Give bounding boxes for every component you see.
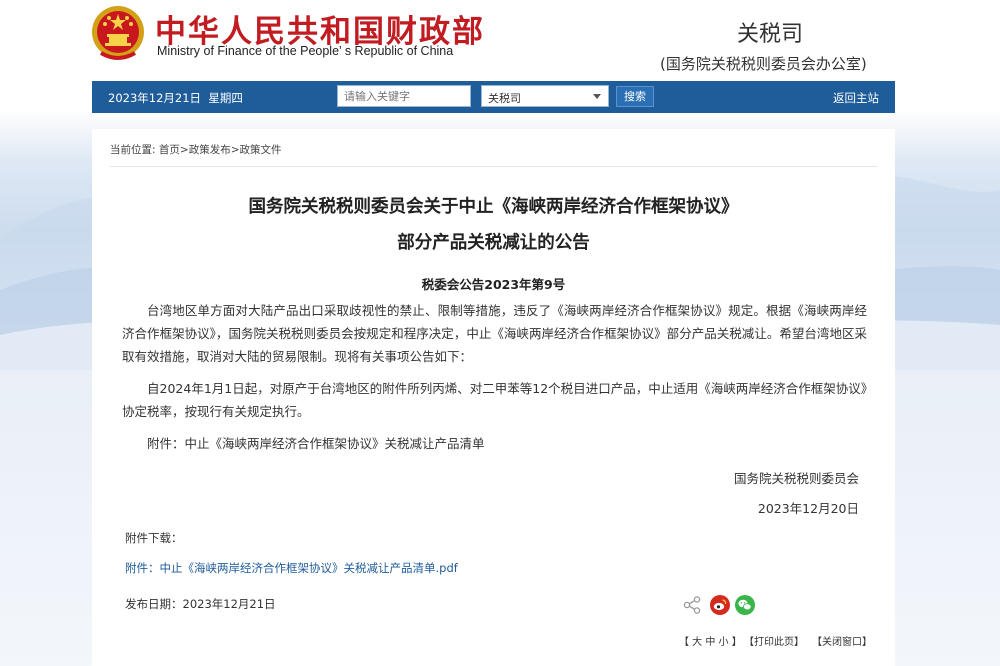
- content-panel: 当前位置: 首页>政策发布>政策文件 国务院关税税则委员会关于中止《海峡两岸经济…: [92, 129, 895, 666]
- national-emblem-icon: [92, 6, 144, 60]
- department-name: 关税司: [737, 22, 804, 47]
- current-date: 2023年12月21日 星期四: [108, 90, 243, 106]
- signature-date: 2023年12月20日: [757, 501, 859, 516]
- breadcrumb-separator: >: [179, 144, 189, 156]
- top-navbar: 2023年12月21日 星期四 关税司 搜索 返回主站: [92, 81, 895, 113]
- chevron-down-icon: [593, 94, 601, 99]
- document-number: 税委会公告2023年第9号: [421, 277, 566, 292]
- attachment-download-link[interactable]: 附件：中止《海峡两岸经济合作框架协议》关税减让产品清单.pdf: [125, 560, 458, 576]
- weekday-text: 星期四: [208, 91, 243, 105]
- article-paragraph: 附件：中止《海峡两岸经济合作框架协议》关税减让产品清单: [147, 436, 485, 451]
- date-text: 2023年12月21日: [108, 91, 202, 105]
- publish-date-value: 2023年12月21日: [182, 597, 276, 611]
- wechat-icon[interactable]: [735, 595, 755, 615]
- article-title-line1: 国务院关税税则委员会关于中止《海峡两岸经济合作框架协议》: [248, 197, 739, 217]
- close-window-button[interactable]: 【关闭窗口】: [812, 633, 872, 648]
- publish-date: 发布日期：2023年12月21日: [125, 596, 276, 612]
- publish-date-label: 发布日期：: [125, 597, 183, 611]
- share-icon[interactable]: [682, 595, 702, 615]
- signature-organization: 国务院关税税则委员会: [733, 471, 859, 486]
- return-home-link[interactable]: 返回主站: [833, 90, 879, 106]
- department-subtitle: (国务院关税税则委员会办公室): [660, 55, 867, 73]
- site-header: 中华人民共和国财政部 Ministry of Finance of the Pe…: [0, 0, 1000, 80]
- attachment-download-label: 附件下载：: [125, 531, 183, 545]
- weibo-icon[interactable]: [710, 595, 730, 615]
- breadcrumb: 当前位置: 首页>政策发布>政策文件: [110, 142, 282, 157]
- breadcrumb-separator: >: [230, 144, 240, 156]
- print-page-button[interactable]: 【打印此页】: [744, 633, 804, 648]
- article-paragraph: 台湾地区单方面对大陆产品出口采取歧视性的禁止、限制等措施，违反了《海峡两岸经济合…: [122, 303, 867, 364]
- breadcrumb-prefix: 当前位置:: [110, 144, 156, 156]
- search-button[interactable]: 搜索: [616, 86, 654, 107]
- site-subtitle: Ministry of Finance of the People’ s Rep…: [157, 44, 454, 58]
- article-title-line2: 部分产品关税减让的公告: [397, 233, 590, 253]
- article-paragraph: 自2024年1月1日起，对原产于台湾地区的附件所列丙烯、对二甲苯等12个税目进口…: [122, 381, 867, 419]
- search-input[interactable]: [337, 85, 471, 107]
- breadcrumb-item-policy-documents[interactable]: 政策文件: [240, 144, 282, 156]
- breadcrumb-item-home[interactable]: 首页: [159, 144, 180, 156]
- divider: [110, 166, 877, 167]
- font-size-control[interactable]: 【 大 中 小 】: [679, 633, 742, 648]
- search-scope-value: 关税司: [488, 92, 521, 105]
- search-scope-select[interactable]: 关税司: [481, 85, 609, 107]
- breadcrumb-item-policy-release[interactable]: 政策发布: [189, 144, 231, 156]
